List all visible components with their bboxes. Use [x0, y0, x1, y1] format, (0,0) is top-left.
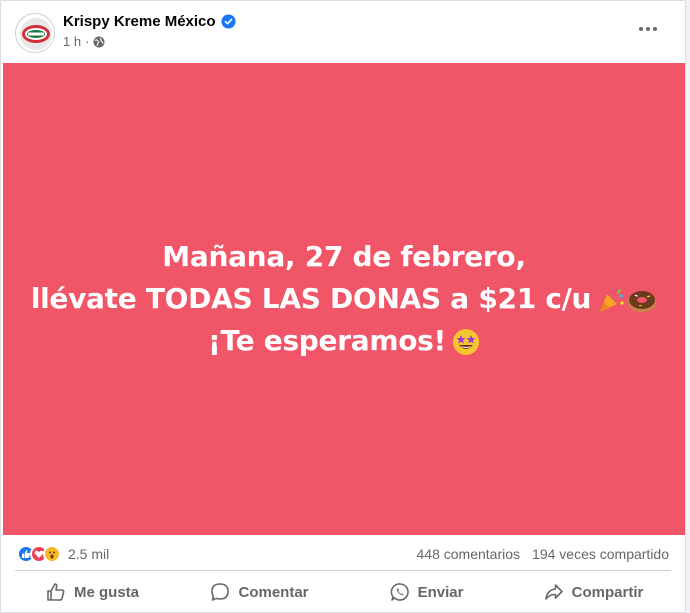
share-label: Compartir	[571, 583, 644, 601]
like-label: Me gusta	[73, 583, 139, 601]
author-name-row: Krispy Kreme México	[63, 13, 236, 30]
post-text-line-1: Mañana, 27 de febrero,	[31, 236, 657, 278]
post-meta: 1 h ·	[63, 34, 105, 49]
share-arrow-icon	[544, 584, 563, 600]
post-text-line-1-content: Mañana, 27 de febrero,	[162, 240, 526, 273]
send-button[interactable]: Enviar	[343, 573, 510, 611]
wow-reaction-icon	[43, 545, 61, 563]
post-text-line-2-content: llévate TODAS LAS DONAS a $21 c/u	[30, 282, 592, 315]
post-actions: Me gusta Comentar Enviar Compartir	[9, 573, 677, 611]
post-stats: 2.5 mil 448 comentarios 194 veces compar…	[1, 539, 685, 569]
comment-label: Comentar	[238, 583, 309, 601]
post-text-line-3-content: ¡Te esperamos!	[208, 324, 446, 357]
star-struck-emoji	[452, 329, 479, 355]
thumbs-up-icon	[47, 583, 65, 601]
post-header: Krispy Kreme México 1 h ·	[1, 1, 685, 63]
author-name[interactable]: Krispy Kreme México	[63, 13, 216, 30]
post-card: Krispy Kreme México 1 h · Mañana, 27 de	[0, 0, 686, 613]
whatsapp-icon	[390, 583, 409, 601]
post-text-line-3: ¡Te esperamos!	[31, 320, 657, 362]
page-avatar[interactable]	[15, 13, 55, 53]
more-options-button[interactable]	[633, 17, 663, 41]
globe-icon	[93, 36, 105, 47]
party-popper-emoji	[600, 288, 624, 312]
send-label: Enviar	[417, 583, 464, 601]
meta-separator: ·	[85, 34, 90, 49]
post-image[interactable]: Mañana, 27 de febrero, llévate TODAS LAS…	[3, 63, 685, 535]
comment-button[interactable]: Comentar	[176, 573, 343, 611]
comments-count[interactable]: 448 comentarios	[417, 546, 521, 562]
shares-count[interactable]: 194 veces compartido	[532, 546, 669, 562]
engagement-counts: 448 comentarios 194 veces compartido	[417, 546, 669, 562]
reactions-count: 2.5 mil	[68, 546, 110, 562]
comment-icon	[211, 583, 230, 601]
krispy-kreme-logo-icon	[17, 15, 54, 52]
post-text-line-2: llévate TODAS LAS DONAS a $21 c/u	[31, 278, 657, 320]
reaction-icons	[17, 545, 61, 563]
more-options-icon	[639, 27, 657, 31]
like-button[interactable]: Me gusta	[9, 573, 176, 611]
post-time[interactable]: 1 h	[63, 34, 81, 49]
actions-divider	[15, 570, 671, 571]
post-text: Mañana, 27 de febrero, llévate TODAS LAS…	[31, 236, 657, 362]
reactions-summary[interactable]: 2.5 mil	[17, 545, 109, 563]
share-button[interactable]: Compartir	[510, 573, 677, 611]
donut-emoji	[628, 291, 657, 312]
verified-badge-icon	[221, 14, 236, 29]
